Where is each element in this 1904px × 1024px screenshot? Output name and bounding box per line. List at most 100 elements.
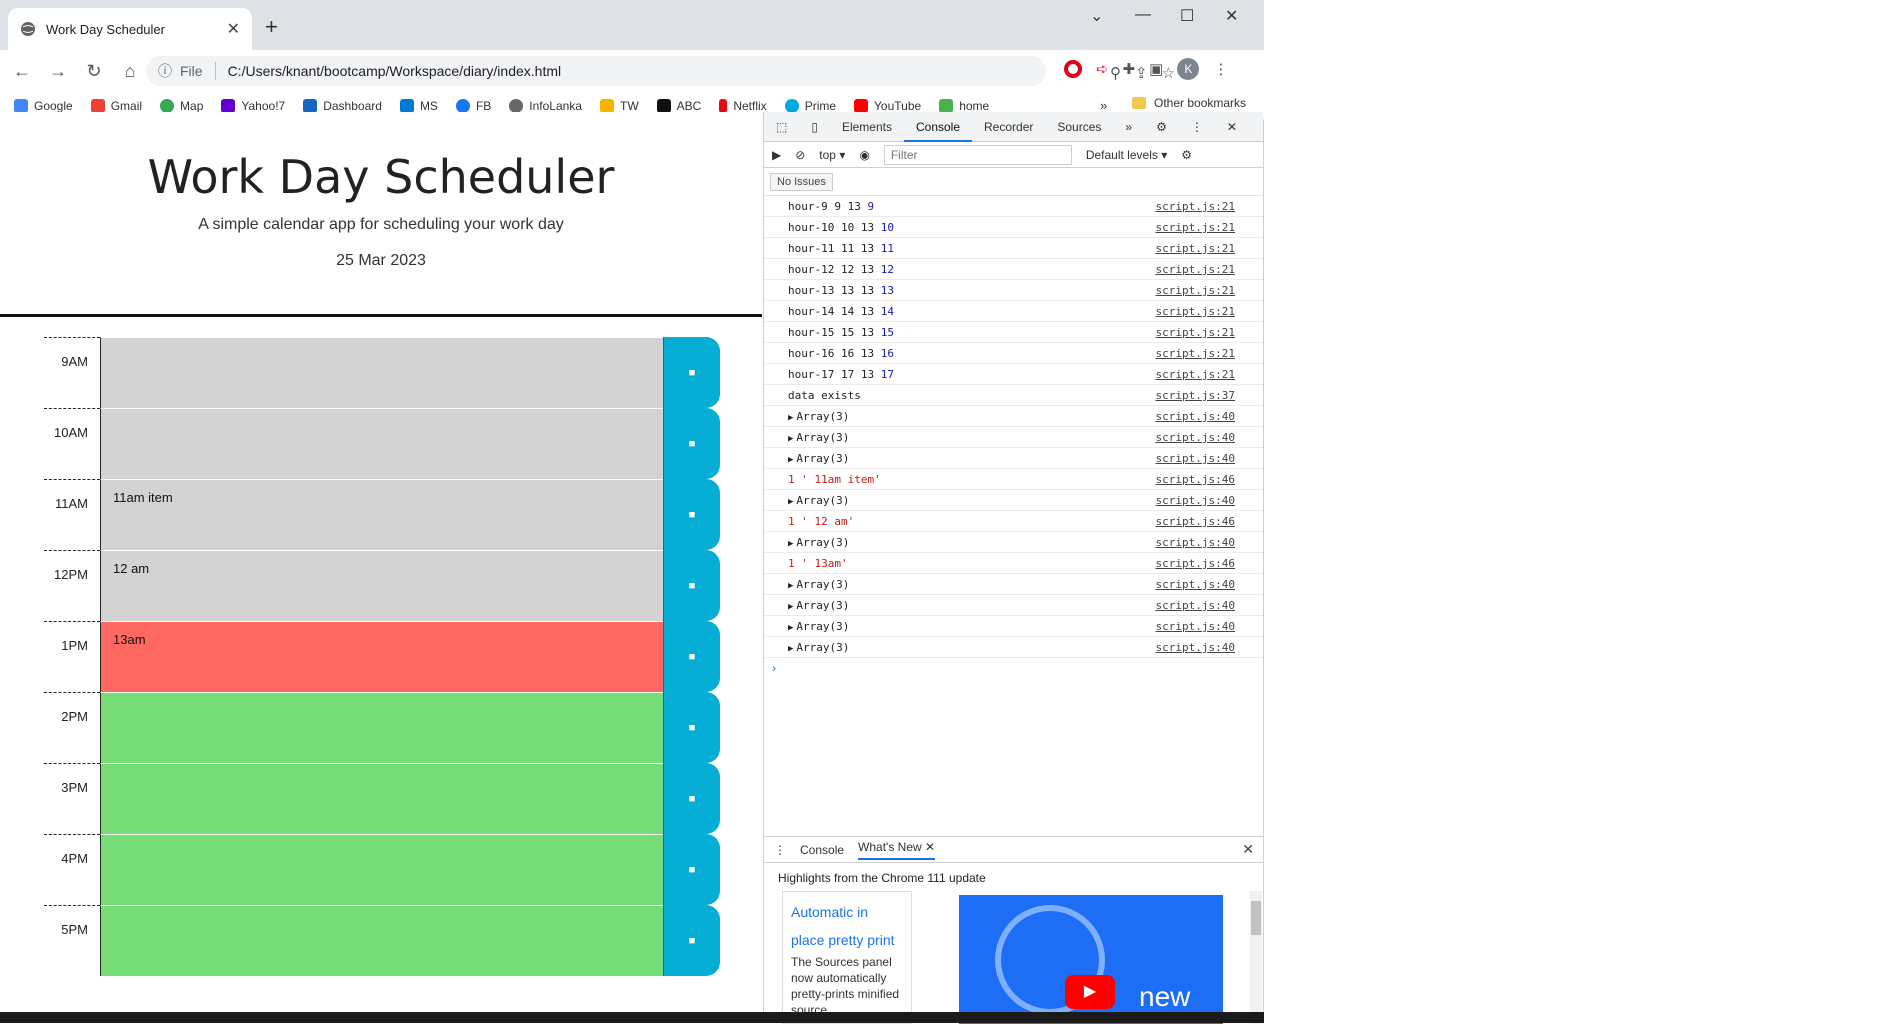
tab-search-icon[interactable]: ⌄ xyxy=(1090,6,1103,26)
new-tab-button[interactable]: + xyxy=(265,14,278,40)
bookmark-map[interactable]: Map xyxy=(160,98,203,113)
more-tabs-icon[interactable]: » xyxy=(1113,112,1144,142)
save-button[interactable]: ■ xyxy=(663,621,720,692)
puzzle-icon[interactable]: ✚ xyxy=(1123,60,1136,78)
console-message[interactable]: ▶ Array(3) script.js:40 xyxy=(764,532,1263,553)
event-textarea[interactable] xyxy=(100,834,663,905)
source-link[interactable]: script.js:21 xyxy=(1156,280,1235,301)
save-button[interactable]: ■ xyxy=(663,337,720,408)
drawer-scrollbar[interactable] xyxy=(1250,891,1262,1024)
filter-input[interactable]: Filter xyxy=(883,144,1072,165)
source-link[interactable]: script.js:40 xyxy=(1156,574,1235,595)
console-prompt[interactable]: › xyxy=(764,658,1263,678)
bookmark-yahoo[interactable]: Yahoo!7 xyxy=(221,98,285,113)
save-button[interactable]: ■ xyxy=(663,408,720,479)
save-button[interactable]: ■ xyxy=(663,550,720,621)
devtools-menu-icon[interactable]: ⋮ xyxy=(1179,112,1215,142)
source-link[interactable]: script.js:40 xyxy=(1156,637,1235,658)
bookmark-ms[interactable]: MS xyxy=(399,98,438,113)
close-window-button[interactable]: ✕ xyxy=(1225,6,1238,26)
expand-triangle-icon[interactable]: ▶ xyxy=(788,455,793,465)
console-message[interactable]: ▶ Array(3) script.js:40 xyxy=(764,406,1263,427)
settings-icon[interactable]: ⚙ xyxy=(1144,112,1179,142)
bookmark-netflix[interactable]: Netflix xyxy=(719,98,767,113)
issues-button[interactable]: No Issues xyxy=(770,172,833,191)
back-icon[interactable]: ← xyxy=(8,61,36,82)
expand-triangle-icon[interactable]: ▶ xyxy=(788,623,793,633)
console-message[interactable]: ▶ Array(3) script.js:40 xyxy=(764,637,1263,658)
home-icon[interactable]: ⌂ xyxy=(116,61,144,82)
menu-icon[interactable]: ⋮ xyxy=(1213,60,1228,78)
source-link[interactable]: script.js:21 xyxy=(1156,238,1235,259)
console-message[interactable]: ▶ Array(3) script.js:40 xyxy=(764,616,1263,637)
bookmark-tw[interactable]: TW xyxy=(600,98,639,113)
source-link[interactable]: script.js:40 xyxy=(1156,616,1235,637)
source-link[interactable]: script.js:21 xyxy=(1156,259,1235,280)
forward-icon[interactable]: → xyxy=(44,61,72,82)
youtube-play-icon[interactable]: ▶ xyxy=(1065,975,1115,1009)
context-select[interactable]: top ▾ xyxy=(819,148,845,162)
tab-recorder[interactable]: Recorder xyxy=(972,112,1045,142)
save-button[interactable]: ■ xyxy=(663,692,720,763)
source-link[interactable]: script.js:21 xyxy=(1156,301,1235,322)
source-link[interactable]: script.js:21 xyxy=(1156,196,1235,217)
bookmark-gmail[interactable]: Gmail xyxy=(90,98,142,113)
event-textarea[interactable] xyxy=(100,905,663,976)
close-drawer-icon[interactable]: ✕ xyxy=(1242,841,1254,858)
sidebar-toggle-icon[interactable]: ▶ xyxy=(772,148,781,162)
event-textarea[interactable]: 13am xyxy=(100,621,663,692)
console-message[interactable]: ▶ Array(3) script.js:40 xyxy=(764,595,1263,616)
save-button[interactable]: ■ xyxy=(663,834,720,905)
bookmark-prime[interactable]: Prime xyxy=(784,98,836,113)
opera-icon[interactable] xyxy=(1064,60,1082,78)
bookmark-abc[interactable]: ABC xyxy=(656,98,701,113)
expand-triangle-icon[interactable]: ▶ xyxy=(788,434,793,444)
source-link[interactable]: script.js:40 xyxy=(1156,595,1235,616)
event-textarea[interactable] xyxy=(100,408,663,479)
expand-triangle-icon[interactable]: ▶ xyxy=(788,602,793,612)
source-link[interactable]: script.js:46 xyxy=(1156,553,1235,574)
expand-triangle-icon[interactable]: ▶ xyxy=(788,413,793,423)
close-tab-icon[interactable]: ✕ xyxy=(227,19,240,39)
source-link[interactable]: script.js:37 xyxy=(1156,385,1235,406)
event-textarea[interactable] xyxy=(100,692,663,763)
eye-icon[interactable]: ◉ xyxy=(859,148,869,162)
drawer-tab-whats-new[interactable]: What's New ✕ xyxy=(858,840,936,860)
source-link[interactable]: script.js:21 xyxy=(1156,364,1235,385)
event-textarea[interactable] xyxy=(100,763,663,834)
other-bookmarks[interactable]: Other bookmarks xyxy=(1132,96,1246,110)
expand-triangle-icon[interactable]: ▶ xyxy=(788,497,793,507)
drawer-menu-icon[interactable]: ⋮ xyxy=(774,843,786,857)
console-message[interactable]: ▶ Array(3) script.js:40 xyxy=(764,574,1263,595)
console-settings-icon[interactable]: ⚙ xyxy=(1181,148,1192,162)
source-link[interactable]: script.js:40 xyxy=(1156,427,1235,448)
save-button[interactable]: ■ xyxy=(663,479,720,550)
source-link[interactable]: script.js:46 xyxy=(1156,511,1235,532)
bookmark-fb[interactable]: FB xyxy=(455,98,491,113)
scrollbar-thumb[interactable] xyxy=(1251,901,1261,935)
inspect-icon[interactable]: ⬚ xyxy=(764,112,799,142)
close-devtools-icon[interactable]: ✕ xyxy=(1215,112,1249,142)
source-link[interactable]: script.js:40 xyxy=(1156,448,1235,469)
source-link[interactable]: script.js:21 xyxy=(1156,322,1235,343)
expand-triangle-icon[interactable]: ▶ xyxy=(788,644,793,654)
event-textarea[interactable]: 11am item xyxy=(100,479,663,550)
maximize-button[interactable]: ☐ xyxy=(1180,6,1194,26)
info-icon[interactable]: ⓘ xyxy=(158,61,172,81)
side-panel-icon[interactable]: ▣ xyxy=(1149,60,1163,78)
browser-tab[interactable]: Work Day Scheduler ✕ xyxy=(8,8,252,50)
expand-triangle-icon[interactable]: ▶ xyxy=(788,539,793,549)
source-link[interactable]: script.js:21 xyxy=(1156,217,1235,238)
video-thumbnail[interactable]: ▶ new xyxy=(959,895,1223,1024)
bookmark-infolanka[interactable]: InfoLanka xyxy=(509,98,582,113)
save-button[interactable]: ■ xyxy=(663,763,720,834)
clear-console-icon[interactable]: ⊘ xyxy=(795,148,805,162)
console-message[interactable]: ▶ Array(3) script.js:40 xyxy=(764,427,1263,448)
source-link[interactable]: script.js:40 xyxy=(1156,532,1235,553)
tab-elements[interactable]: Elements xyxy=(830,112,904,142)
console-message[interactable]: ▶ Array(3) script.js:40 xyxy=(764,490,1263,511)
minimize-button[interactable]: — xyxy=(1135,6,1151,24)
bookmark-google[interactable]: Google xyxy=(14,98,73,113)
feature-card[interactable]: Automatic in place pretty print The Sour… xyxy=(782,891,912,1024)
levels-select[interactable]: Default levels ▾ xyxy=(1086,148,1167,162)
